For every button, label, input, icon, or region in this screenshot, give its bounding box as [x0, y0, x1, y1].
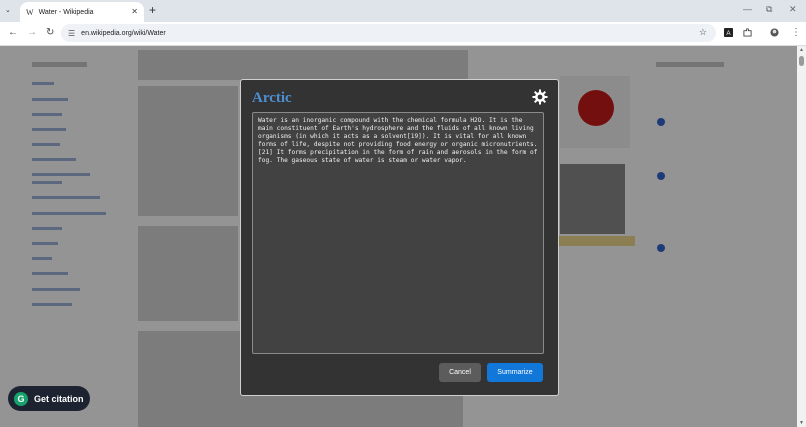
forward-icon[interactable]: → — [27, 27, 37, 38]
get-citation-button[interactable]: G Get citation — [8, 386, 90, 411]
tab-search-icon[interactable]: ⌄ — [5, 6, 11, 14]
window-close-icon[interactable]: ✕ — [789, 4, 797, 15]
site-info-icon[interactable]: ☰ — [68, 29, 75, 38]
restore-icon[interactable]: ⧉ — [766, 4, 772, 15]
settings-gear-icon[interactable] — [532, 89, 548, 105]
scroll-down-icon[interactable]: ▼ — [799, 420, 804, 426]
cancel-button[interactable]: Cancel — [439, 363, 481, 382]
extension-a-icon[interactable]: A — [724, 28, 733, 37]
scroll-up-icon[interactable]: ▲ — [799, 47, 804, 53]
summarize-button[interactable]: Summarize — [487, 363, 543, 382]
browser-toolbar: ← → ↻ ☰ en.wikipedia.org/wiki/Water ☆ A … — [0, 22, 806, 46]
tab-close-icon[interactable]: ✕ — [131, 7, 138, 16]
minimize-icon[interactable]: — — [743, 4, 752, 14]
back-icon[interactable]: ← — [8, 27, 18, 38]
reload-icon[interactable]: ↻ — [46, 27, 54, 38]
scroll-thumb[interactable] — [799, 56, 804, 66]
wikipedia-favicon-icon: W — [26, 7, 34, 17]
summarize-dialog: Arctic Water is an inorganic compound wi… — [240, 79, 559, 396]
extensions-puzzle-icon[interactable] — [743, 28, 752, 37]
address-bar[interactable]: ☰ en.wikipedia.org/wiki/Water ☆ — [61, 24, 716, 42]
tab-title: Water - Wikipedia — [38, 8, 94, 16]
dialog-title: Arctic — [252, 90, 292, 106]
tab-water-wikipedia[interactable]: W Water - Wikipedia ✕ — [20, 2, 144, 22]
text-to-summarize[interactable]: Water is an inorganic compound with the … — [252, 112, 544, 354]
get-citation-label: Get citation — [34, 393, 84, 404]
page-scrollbar[interactable]: ▲ ▼ — [797, 46, 806, 427]
new-tab-icon[interactable]: + — [149, 3, 156, 17]
browser-menu-icon[interactable]: ⋮ — [791, 27, 801, 38]
url-text: en.wikipedia.org/wiki/Water — [81, 29, 166, 37]
tab-strip: ⌄ W Water - Wikipedia ✕ + — ⧉ ✕ — [0, 0, 806, 22]
grammarly-icon: G — [14, 391, 28, 406]
profile-avatar-icon[interactable] — [770, 28, 779, 37]
bookmark-star-icon[interactable]: ☆ — [699, 27, 707, 38]
